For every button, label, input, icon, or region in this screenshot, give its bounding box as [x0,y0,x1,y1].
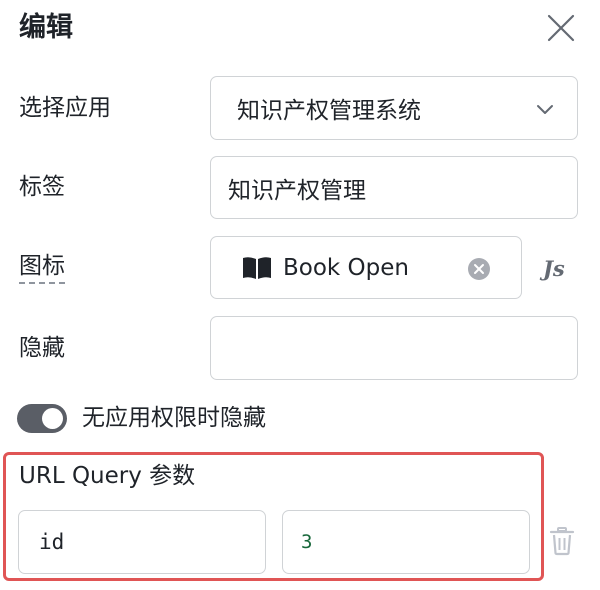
hidden-label: 隐藏 [19,335,65,361]
app-select-label: 选择应用 [19,95,111,121]
trash-icon [549,527,575,556]
url-query-label: URL Query 参数 [19,463,196,489]
toggle-knob [42,408,63,429]
app-select-value: 知识产权管理系统 [237,98,421,124]
hidden-input[interactable] [210,316,578,380]
close-icon [547,14,575,42]
icon-picker[interactable]: Book Open [210,236,522,299]
query-param-value-input[interactable]: 3 [282,510,530,574]
hide-without-permission-toggle[interactable] [17,404,67,433]
icon-picker-value: Book Open [283,254,409,281]
query-param-key-value: id [39,530,65,554]
tag-input[interactable]: 知识产权管理 [210,156,578,219]
dialog-title: 编辑 [19,12,73,43]
js-expression-button[interactable]: Js [543,255,565,283]
book-open-icon [243,256,271,279]
clear-icon[interactable] [467,257,491,281]
tag-label: 标签 [19,174,65,200]
icon-label: 图标 [19,252,65,284]
hide-without-permission-label: 无应用权限时隐藏 [82,405,266,431]
delete-param-button[interactable] [549,526,575,556]
close-button[interactable] [545,12,577,44]
chevron-down-icon [537,105,553,114]
tag-input-value: 知识产权管理 [228,177,366,204]
query-param-value-value: 3 [301,531,313,553]
edit-dialog: 编辑 选择应用 知识产权管理系统 标签 知识产权管理 图标 Book Open … [0,0,600,590]
app-select[interactable]: 知识产权管理系统 [210,76,578,140]
query-param-key-input[interactable]: id [18,510,266,574]
